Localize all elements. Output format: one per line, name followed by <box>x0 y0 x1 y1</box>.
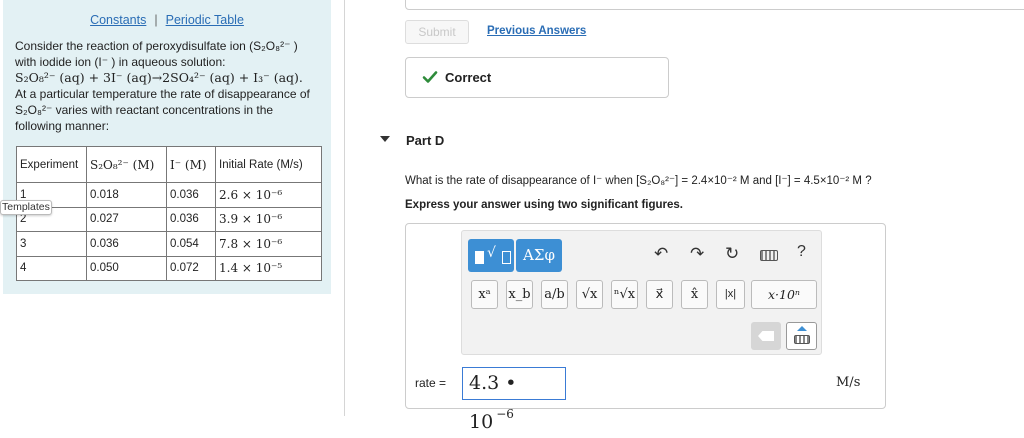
checkmark-icon <box>422 71 438 83</box>
problem-line-5: S₂O₈²⁻ varies with reactant concentratio… <box>15 103 274 117</box>
subscript-key[interactable]: x_b <box>506 280 533 309</box>
rate-data-table: Experiment S₂O₈²⁻ (M) I⁻ (M) Initial Rat… <box>16 146 322 281</box>
cell-iodide: 0.054 <box>166 231 216 257</box>
up-arrow-icon <box>797 326 807 331</box>
rate-label: rate = <box>415 376 447 390</box>
correct-label: Correct <box>445 70 492 85</box>
radical-icon: √ <box>487 245 496 261</box>
templates-button[interactable]: √ <box>468 239 514 272</box>
cell-rate: 2.6 × 10⁻⁶ <box>215 182 322 208</box>
question-text: What is the rate of disappearance of I⁻ … <box>405 175 872 187</box>
fraction-key[interactable]: a/b <box>541 280 568 309</box>
problem-line-2: with iodide ion (I⁻ ) in aqueous solutio… <box>15 55 226 69</box>
cell-s2o8: 0.050 <box>86 255 167 281</box>
math-toolbar: √ ΑΣφ ↶ ↷ ↻ ? xᵃ x_b a/b √x ⁿ√x x⃗ x̂ |x… <box>461 230 822 355</box>
keyboard-icon <box>794 335 810 344</box>
superscript-key[interactable]: xᵃ <box>471 280 498 309</box>
answer-mantissa: 4.3 • 10 <box>469 372 517 433</box>
header-iodide: I⁻ (M) <box>166 146 216 183</box>
backspace-icon <box>758 331 774 341</box>
redo-icon[interactable]: ↷ <box>690 244 704 264</box>
cell-experiment: 4 <box>16 255 87 281</box>
cell-rate: 7.8 × 10⁻⁶ <box>215 231 322 257</box>
table-row: 4 0.050 0.072 1.4 × 10⁻⁵ <box>16 255 322 281</box>
answer-instruction: Express your answer using two significan… <box>405 199 683 211</box>
templates-tab[interactable]: Templates <box>0 200 52 215</box>
previous-answers-link[interactable]: Previous Answers <box>487 25 586 37</box>
cell-iodide: 0.072 <box>166 255 216 281</box>
problem-statement: Consider the reaction of peroxydisulfate… <box>15 38 320 134</box>
cell-iodide: 0.036 <box>166 182 216 208</box>
reaction-equation: S₂O₈²⁻ (aq) + 3I⁻ (aq)→2SO₄²⁻ (aq) + I₃⁻… <box>15 70 303 85</box>
scientific-notation-key[interactable]: x·10ⁿ <box>751 280 817 309</box>
block-icon <box>475 251 484 264</box>
table-row: 3 0.036 0.054 7.8 × 10⁻⁶ <box>16 231 322 257</box>
cell-rate: 3.9 × 10⁻⁶ <box>215 206 322 232</box>
backspace-button[interactable] <box>751 322 781 350</box>
reference-links: Constants | Periodic Table <box>3 13 331 27</box>
nth-root-key[interactable]: ⁿ√x <box>611 280 638 309</box>
submit-button[interactable]: Submit <box>405 20 469 44</box>
reset-icon[interactable]: ↻ <box>725 244 739 264</box>
help-icon[interactable]: ? <box>797 243 806 261</box>
header-experiment: Experiment <box>16 146 87 183</box>
periodic-table-link[interactable]: Periodic Table <box>166 13 244 27</box>
keyboard-icon[interactable] <box>760 250 778 261</box>
cell-rate: 1.4 × 10⁻⁵ <box>215 255 322 281</box>
table-header-row: Experiment S₂O₈²⁻ (M) I⁻ (M) Initial Rat… <box>16 146 322 183</box>
table-row: 1 0.018 0.036 2.6 × 10⁻⁶ <box>16 182 322 208</box>
part-title[interactable]: Part D <box>406 133 444 148</box>
vector-key[interactable]: x⃗ <box>646 280 673 309</box>
header-s2o8: S₂O₈²⁻ (M) <box>86 146 167 183</box>
cell-iodide: 0.036 <box>166 206 216 232</box>
problem-line-6: following manner: <box>15 119 110 133</box>
keyboard-toggle-button[interactable] <box>786 322 817 350</box>
answer-exponent: −6 <box>496 407 514 421</box>
greek-symbols-button[interactable]: ΑΣφ <box>516 239 562 272</box>
cell-s2o8: 0.018 <box>86 182 167 208</box>
unit-vector-key[interactable]: x̂ <box>681 280 708 309</box>
box-icon <box>502 251 511 264</box>
rate-answer-input[interactable]: 4.3 • 10 −6 <box>462 367 566 433</box>
previous-part-box <box>405 0 1024 10</box>
table-row: 2 0.027 0.036 3.9 × 10⁻⁶ <box>16 206 322 232</box>
cell-s2o8: 0.027 <box>86 206 167 232</box>
problem-line-4: At a particular temperature the rate of … <box>15 87 310 101</box>
correct-feedback-box: Correct <box>405 57 669 98</box>
cell-experiment: 3 <box>16 231 87 257</box>
undo-icon[interactable]: ↶ <box>654 244 668 264</box>
panel-divider <box>344 0 345 416</box>
header-initial-rate: Initial Rate (M/s) <box>215 146 322 183</box>
unit-label: M/s <box>836 375 861 390</box>
problem-panel: Constants | Periodic Table Consider the re… <box>3 0 331 294</box>
collapse-caret-icon[interactable] <box>380 136 390 142</box>
constants-link[interactable]: Constants <box>90 13 146 27</box>
absolute-value-key[interactable]: |x| <box>716 280 745 309</box>
problem-line-1: Consider the reaction of peroxydisulfate… <box>15 39 298 53</box>
cell-s2o8: 0.036 <box>86 231 167 257</box>
link-separator: | <box>154 13 158 27</box>
square-root-key[interactable]: √x <box>576 280 603 309</box>
